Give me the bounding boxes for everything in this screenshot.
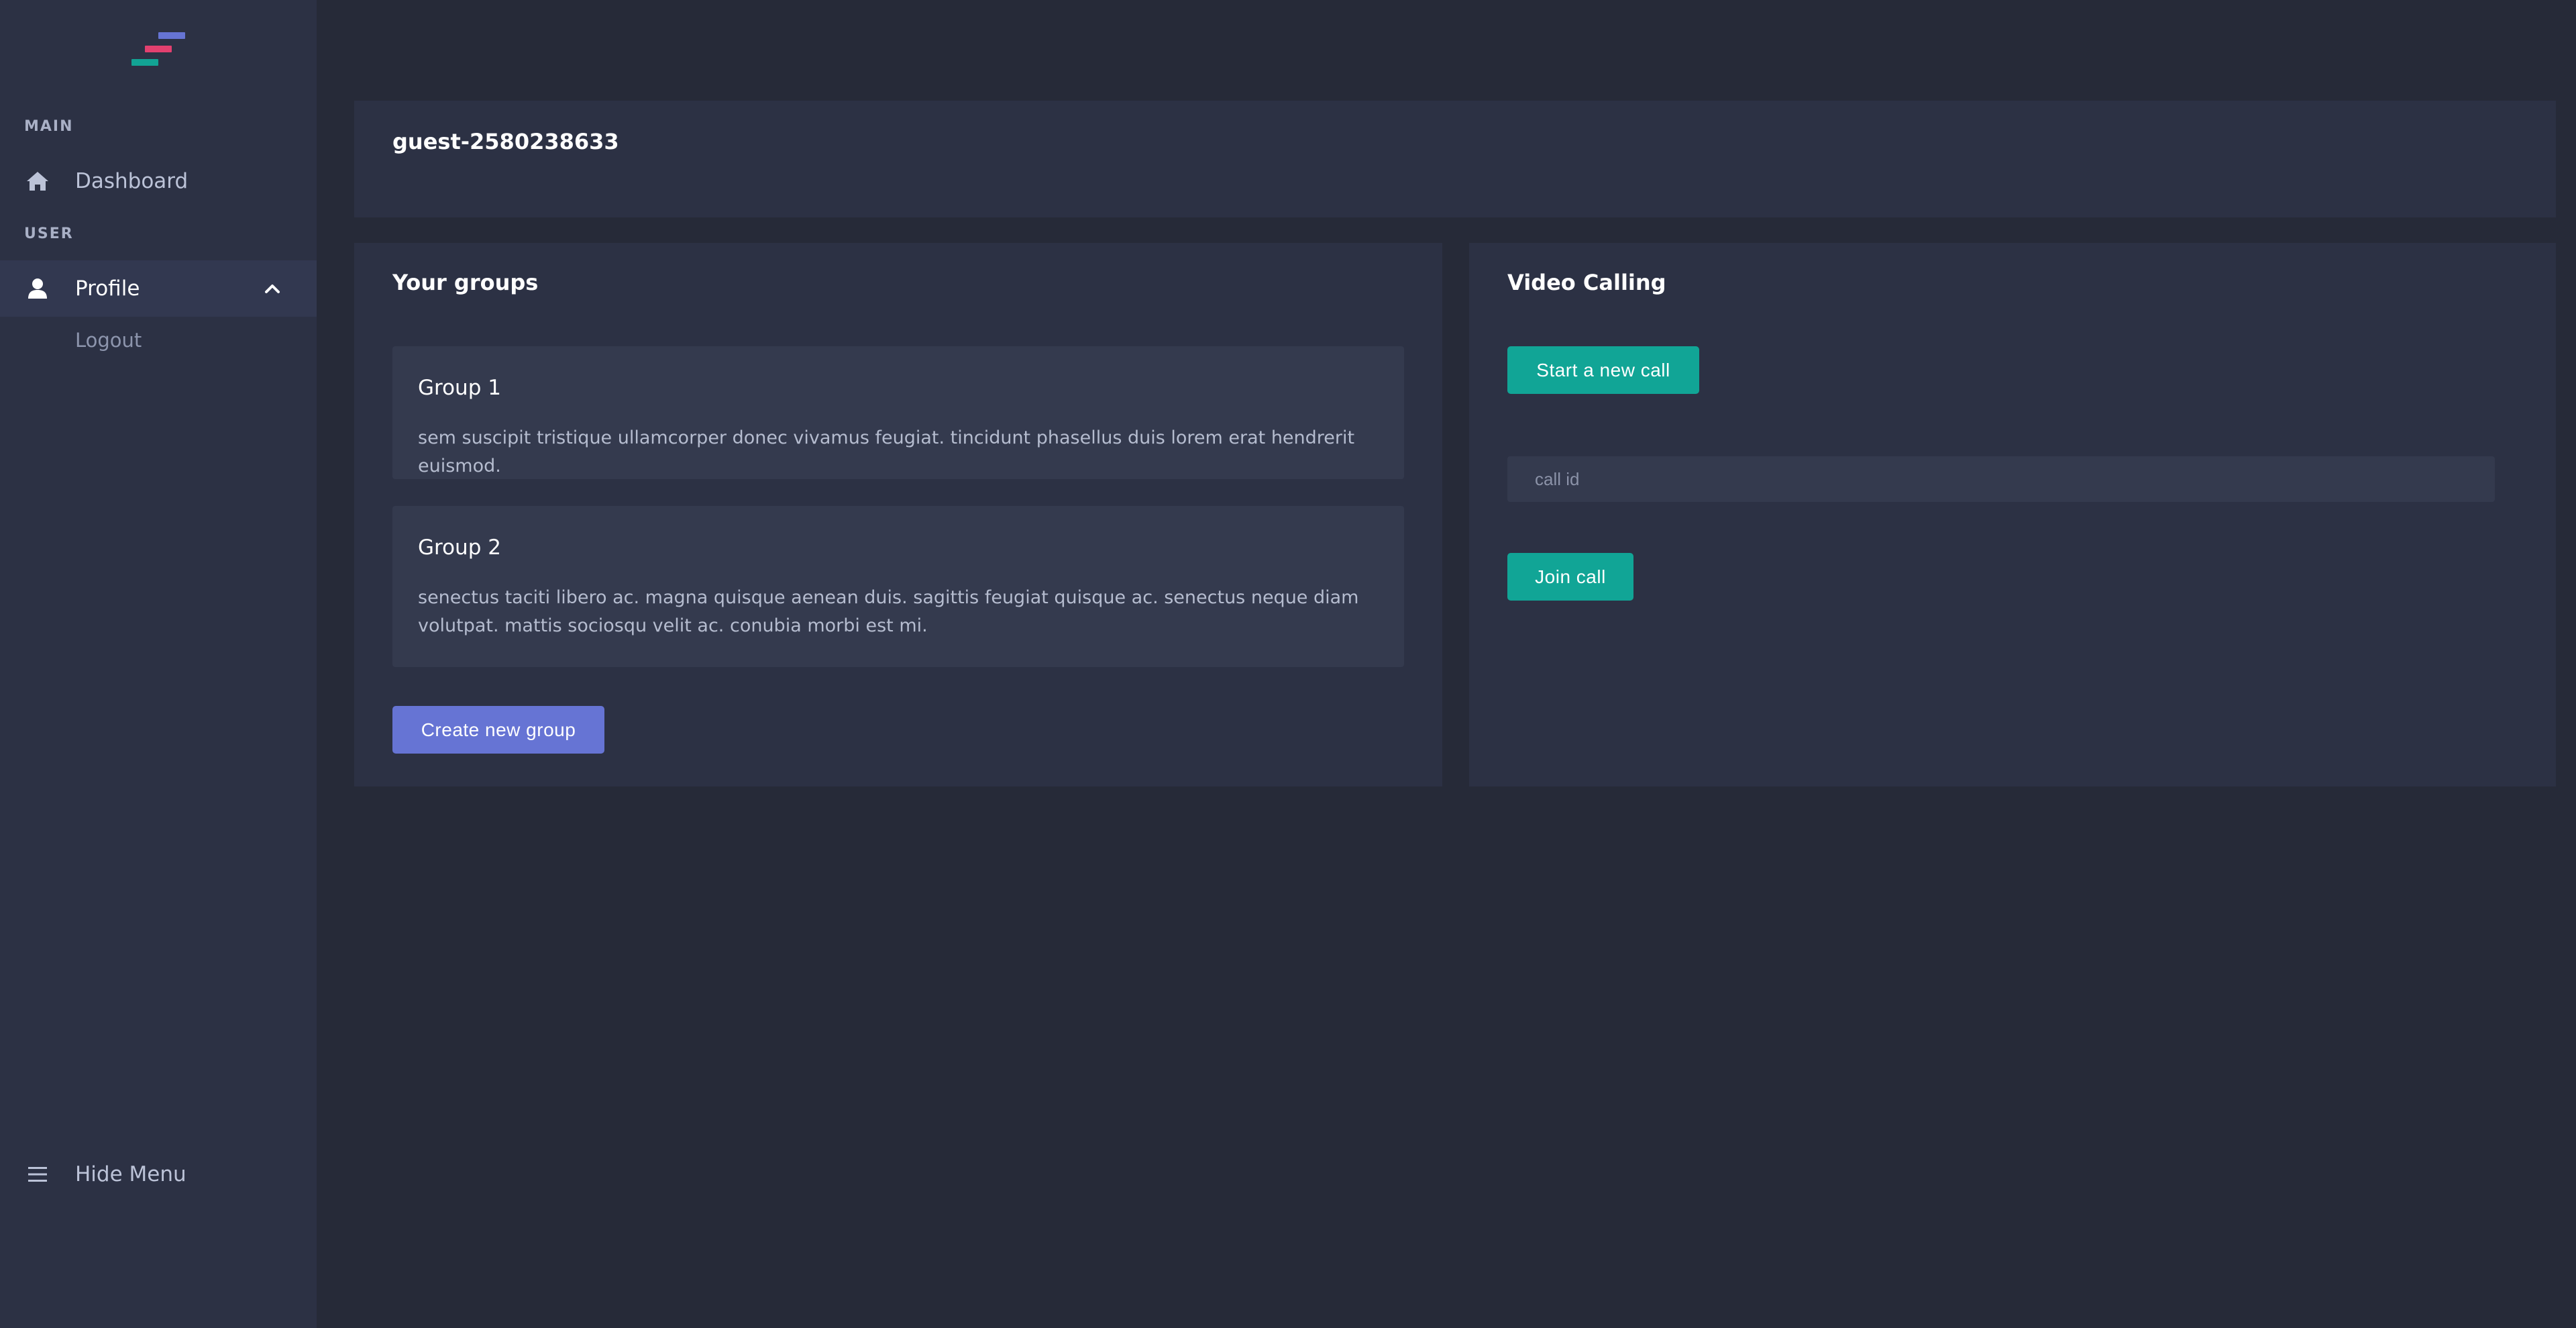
app-root: MAIN Dashboard USER Profile Logout Hide …: [0, 0, 2576, 1328]
user-card: guest-2580238633: [354, 101, 2556, 217]
video-calling-title: Video Calling: [1507, 270, 1666, 295]
sidebar-subitem-logout[interactable]: Logout: [75, 329, 142, 352]
logo-bar-teal: [131, 59, 158, 66]
sidebar: MAIN Dashboard USER Profile Logout Hide …: [0, 0, 317, 1328]
sidebar-item-dashboard[interactable]: Dashboard: [0, 153, 317, 209]
create-group-button[interactable]: Create new group: [392, 706, 604, 754]
app-logo[interactable]: [131, 32, 185, 70]
home-icon: [24, 168, 51, 195]
group-name: Group 2: [418, 535, 501, 560]
sidebar-item-label: Dashboard: [75, 169, 189, 193]
group-item[interactable]: Group 1 sem suscipit tristique ullamcorp…: [392, 346, 1404, 479]
menu-icon: [24, 1161, 51, 1188]
group-description: senectus taciti libero ac. magna quisque…: [418, 587, 1359, 636]
video-calling-card: Video Calling Start a new call Join call: [1469, 243, 2556, 786]
sidebar-item-label: Profile: [75, 276, 140, 301]
username-title: guest-2580238633: [392, 129, 619, 154]
group-name: Group 1: [418, 376, 501, 400]
section-label-main: MAIN: [24, 118, 74, 135]
hide-menu-button[interactable]: Hide Menu: [0, 1146, 317, 1203]
logo-bar-blue: [158, 32, 185, 39]
chevron-up-icon[interactable]: [260, 276, 284, 301]
groups-card: Your groups Group 1 sem suscipit tristiq…: [354, 243, 1442, 786]
start-call-button[interactable]: Start a new call: [1507, 346, 1699, 394]
call-id-input[interactable]: [1507, 456, 2495, 502]
group-description: sem suscipit tristique ullamcorper donec…: [418, 427, 1355, 476]
join-call-button[interactable]: Join call: [1507, 553, 1633, 601]
group-item[interactable]: Group 2 senectus taciti libero ac. magna…: [392, 506, 1404, 667]
section-label-user: USER: [24, 225, 74, 242]
sidebar-item-profile[interactable]: Profile: [0, 260, 317, 317]
groups-title: Your groups: [392, 270, 539, 295]
hide-menu-label: Hide Menu: [75, 1162, 186, 1186]
user-icon: [24, 275, 51, 302]
logo-bar-red: [145, 46, 172, 52]
